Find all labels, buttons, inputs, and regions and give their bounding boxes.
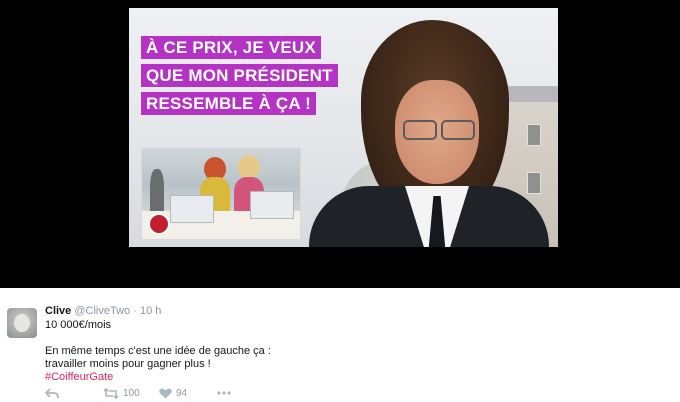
building-window bbox=[527, 124, 541, 146]
inset-person-hair bbox=[238, 155, 260, 179]
glasses-lens-right bbox=[441, 120, 475, 140]
tweet-text-line: travailler moins pour gagner plus ! bbox=[45, 358, 211, 370]
tweet-photo[interactable]: À CE PRIX, JE VEUX QUE MON PRÉSIDENT RES… bbox=[129, 8, 558, 247]
reply-icon bbox=[44, 388, 59, 399]
tweet-media-area[interactable]: À CE PRIX, JE VEUX QUE MON PRÉSIDENT RES… bbox=[0, 0, 680, 288]
inset-laptop bbox=[170, 195, 214, 223]
header-separator: · bbox=[133, 305, 137, 317]
tweet-header: Clive @CliveTwo · 10 h bbox=[45, 304, 161, 318]
tweet-hashtag[interactable]: #CoiffeurGate bbox=[45, 370, 113, 384]
inset-person-background bbox=[150, 169, 164, 213]
more-icon bbox=[217, 391, 231, 395]
retweet-icon bbox=[103, 387, 119, 400]
avatar[interactable] bbox=[7, 308, 37, 338]
headline-line: QUE MON PRÉSIDENT bbox=[141, 64, 338, 87]
headline-line: RESSEMBLE À ÇA ! bbox=[141, 92, 317, 115]
tweet-text-line: 10 000€/mois bbox=[45, 319, 112, 331]
retweet-count: 100 bbox=[123, 388, 140, 399]
heart-icon bbox=[159, 388, 172, 399]
inset-channel-logo bbox=[148, 213, 170, 235]
inset-laptop bbox=[250, 191, 294, 219]
tweet-timestamp[interactable]: 10 h bbox=[140, 305, 161, 317]
author-handle[interactable]: @CliveTwo bbox=[74, 305, 130, 317]
like-count: 94 bbox=[176, 388, 188, 399]
inset-photo bbox=[141, 148, 301, 240]
photo-headline: À CE PRIX, JE VEUX QUE MON PRÉSIDENT RES… bbox=[141, 36, 338, 120]
glasses-lens-left bbox=[403, 120, 437, 140]
tweet-text-line: En même temps c'est une idée de gauche ç… bbox=[45, 345, 271, 357]
portrait-glasses bbox=[399, 120, 477, 140]
headline-line: À CE PRIX, JE VEUX bbox=[141, 36, 321, 59]
author-name[interactable]: Clive bbox=[45, 305, 71, 317]
building-window bbox=[527, 172, 541, 194]
